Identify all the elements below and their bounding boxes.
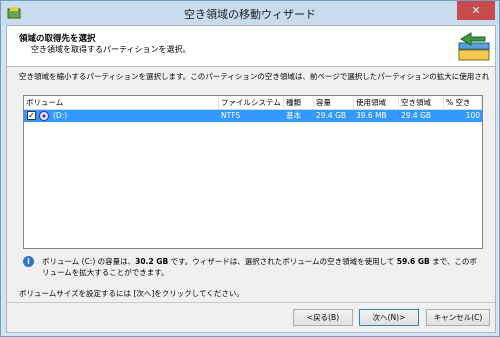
cancel-button[interactable]: キャンセル(C) xyxy=(426,309,490,326)
wizard-content: 領域の取得先を選択 空き領域を取得するパーティションを選択。 空き領域を縮小する… xyxy=(6,25,496,333)
title-bar[interactable]: 空き領域の移動ウィザード ✕ xyxy=(1,1,499,25)
info-target-size: 59.6 GB xyxy=(396,257,430,266)
info-message: ボリューム (C:) の容量は、30.2 GB です。ウィザードは、選択されたボ… xyxy=(42,256,482,278)
column-used[interactable]: 使用領域 xyxy=(354,96,399,109)
column-free[interactable]: 空き領域 xyxy=(399,96,444,109)
info-current-size: 30.2 GB xyxy=(135,257,169,266)
table-row[interactable]: ✓ (D:) NTFS 基本 29.4 GB 39.6 MB 29.4 GB 1… xyxy=(24,110,482,122)
wizard-window: 空き領域の移動ウィザード ✕ 領域の取得先を選択 空き領域を取得するパーティショ… xyxy=(0,0,500,337)
page-subtitle: 空き領域を取得するパーティションを選択。 xyxy=(31,45,191,54)
list-header: ボリューム ファイルシステム 種類 容量 使用領域 空き領域 % 空き xyxy=(24,96,482,110)
cell-percent-free: 100 xyxy=(465,111,480,120)
column-type[interactable]: 種類 xyxy=(284,96,314,109)
wizard-header: 領域の取得先を選択 空き領域を取得するパーティションを選択。 xyxy=(7,26,495,67)
partition-resize-icon xyxy=(458,32,490,61)
column-filesystem[interactable]: ファイルシステム xyxy=(219,96,284,109)
info-icon: i xyxy=(23,256,34,267)
cell-type: 基本 xyxy=(286,111,301,120)
cell-used: 39.6 MB xyxy=(356,111,387,120)
cell-capacity: 29.4 GB xyxy=(316,111,347,120)
partition-list[interactable]: ボリューム ファイルシステム 種類 容量 使用領域 空き領域 % 空き ✓ (D… xyxy=(23,95,483,249)
info-part-1: ボリューム (C:) の容量は、 xyxy=(42,257,136,266)
info-part-2: です。ウィザードは、選択されたボリュームの空き領域を使用して xyxy=(168,257,397,266)
cell-filesystem: NTFS xyxy=(221,111,241,120)
window-title: 空き領域の移動ウィザード xyxy=(184,8,316,21)
disk-icon xyxy=(39,111,49,121)
next-button[interactable]: 次へ(N)> xyxy=(359,309,419,326)
instruction-text: 空き領域を縮小するパーティションを選択します。このパーティションの空き領域は、前… xyxy=(19,72,489,81)
divider xyxy=(7,302,495,303)
cell-volume: (D:) xyxy=(53,111,68,120)
close-button[interactable]: ✕ xyxy=(457,1,495,20)
page-title: 領域の取得先を選択 xyxy=(19,34,96,44)
volume-checkbox[interactable]: ✓ xyxy=(27,111,36,120)
column-volume[interactable]: ボリューム xyxy=(24,96,219,109)
back-button[interactable]: <戻る(B) xyxy=(293,309,353,326)
column-percent-free[interactable]: % 空き xyxy=(444,96,482,109)
cell-free: 29.4 GB xyxy=(401,111,432,120)
footer-instruction: ボリュームサイズを設定するには [次へ]をクリックしてください。 xyxy=(19,289,244,298)
column-capacity[interactable]: 容量 xyxy=(314,96,354,109)
